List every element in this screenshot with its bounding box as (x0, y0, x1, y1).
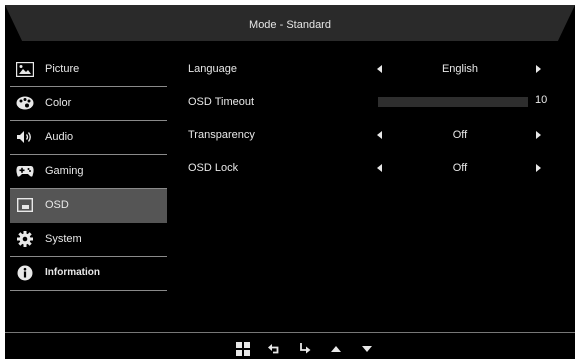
osd-timeout-label: OSD Timeout (188, 96, 255, 108)
osd-icon (16, 197, 34, 213)
osd-timeout-value: 10 (535, 94, 548, 106)
palette-icon (16, 95, 34, 111)
gamepad-icon (16, 163, 34, 179)
right-arrow-icon[interactable] (536, 65, 541, 73)
left-arrow-icon[interactable] (377, 131, 382, 139)
right-arrow-icon[interactable] (536, 131, 541, 139)
osd-timeout-slider[interactable] (378, 97, 528, 107)
setting-row-transparency[interactable]: Transparency Off (185, 119, 565, 152)
footer-buttons (235, 342, 375, 356)
sidebar-item-information[interactable]: Information (10, 257, 167, 291)
sidebar-item-gaming[interactable]: Gaming (10, 155, 167, 189)
sidebar-item-label: Picture (45, 63, 80, 75)
enter-icon[interactable] (297, 342, 313, 356)
setting-row-osd-lock[interactable]: OSD Lock Off (185, 152, 565, 185)
right-arrow-icon[interactable] (536, 164, 541, 172)
sidebar-item-label: Audio (45, 131, 74, 143)
sidebar-item-color[interactable]: Color (10, 87, 167, 121)
menu-grid-icon[interactable] (235, 342, 251, 356)
sidebar-item-osd[interactable]: OSD (10, 189, 167, 223)
setting-row-language[interactable]: Language English (185, 53, 565, 86)
sidebar-item-label: System (45, 233, 82, 245)
return-icon[interactable] (266, 342, 282, 356)
speaker-icon (16, 129, 34, 145)
mode-title: Mode - Standard (249, 19, 331, 31)
sidebar-menu: Picture Color Audio Gaming OSD System In… (10, 53, 167, 291)
sidebar-item-label: Gaming (45, 165, 84, 177)
sidebar-item-label: OSD (45, 199, 69, 211)
sidebar-item-label: Information (45, 267, 100, 278)
up-arrow-icon[interactable] (328, 342, 344, 356)
sidebar-item-audio[interactable]: Audio (10, 121, 167, 155)
sidebar-item-system[interactable]: System (10, 223, 167, 257)
left-arrow-icon[interactable] (377, 65, 382, 73)
info-icon (16, 265, 34, 281)
gear-icon (16, 231, 34, 247)
transparency-value: Off (452, 129, 468, 141)
osd-lock-value: Off (452, 162, 468, 174)
sidebar-item-label: Color (45, 97, 72, 109)
osd-window: Mode - Standard Picture Color Audio Gami… (5, 5, 575, 359)
osd-lock-label: OSD Lock (188, 162, 239, 174)
down-arrow-icon[interactable] (359, 342, 375, 356)
osd-settings-panel: Language English OSD Timeout Transparenc… (185, 53, 565, 185)
footer-divider (5, 332, 575, 333)
language-value: English (441, 63, 479, 75)
picture-icon (16, 61, 34, 77)
left-arrow-icon[interactable] (377, 164, 382, 172)
transparency-label: Transparency (188, 129, 255, 141)
sidebar-item-picture[interactable]: Picture (10, 53, 167, 87)
language-label: Language (188, 63, 237, 75)
